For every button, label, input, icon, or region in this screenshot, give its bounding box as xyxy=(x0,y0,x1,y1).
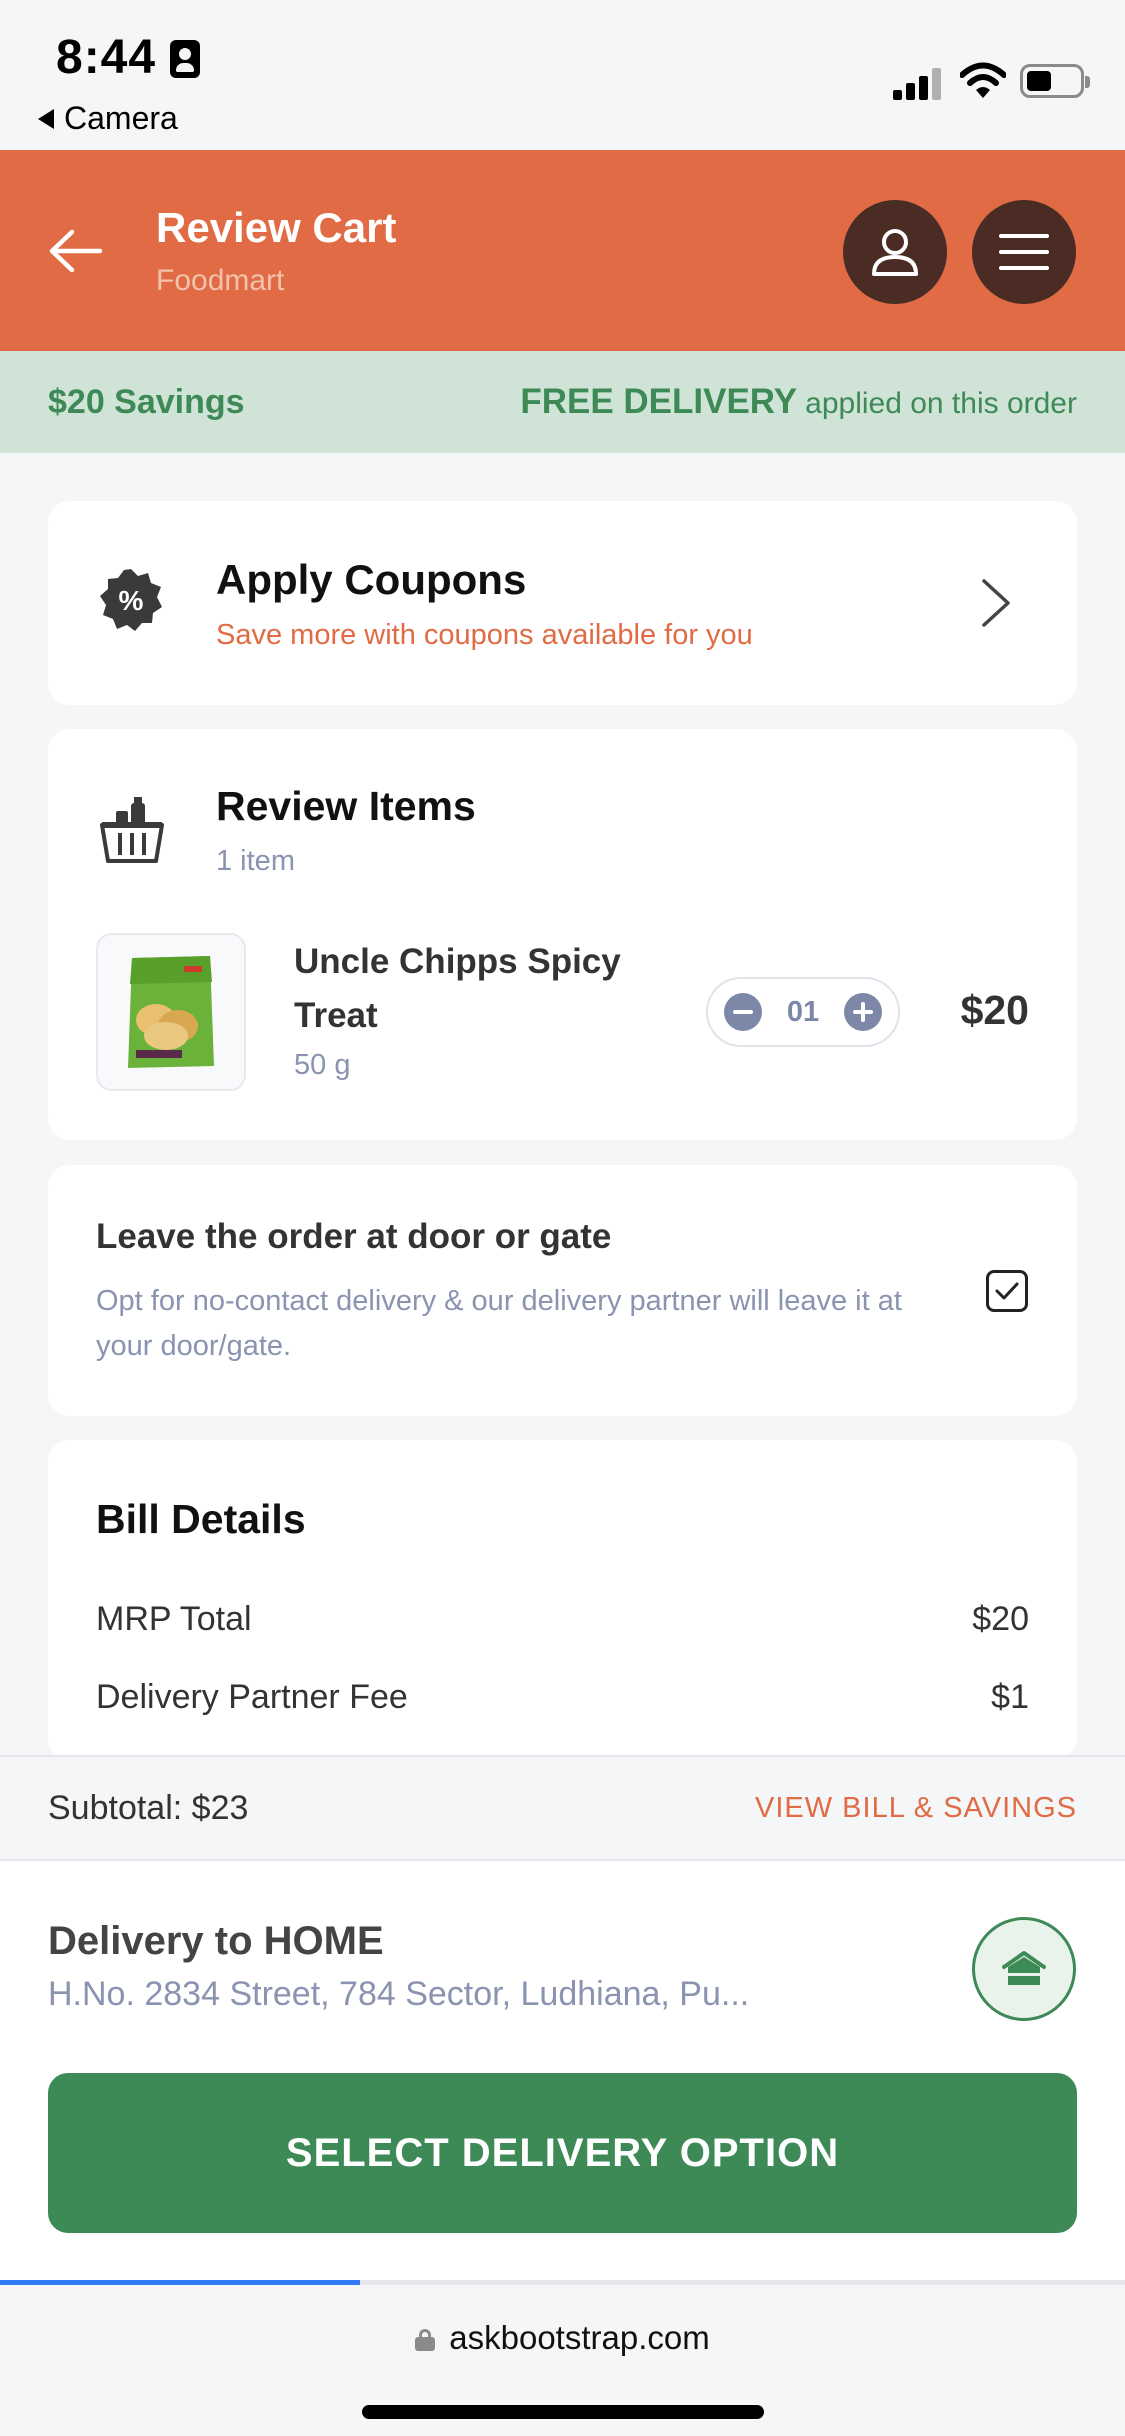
product-weight: 50 g xyxy=(294,1049,351,1081)
bill-details-card: Bill Details MRP Total $20 Delivery Part… xyxy=(48,1440,1077,1760)
plus-icon[interactable] xyxy=(843,993,882,1031)
coupons-title: Apply Coupons xyxy=(216,556,527,603)
browser-address-bar: askbootstrap.com xyxy=(0,2285,1125,2436)
back-arrow-icon[interactable] xyxy=(48,226,104,276)
subtotal: Subtotal: $23 xyxy=(48,1788,249,1827)
bill-row: MRP Total $20 xyxy=(96,1600,1029,1639)
battery-icon xyxy=(1020,64,1090,98)
home-icon xyxy=(1002,1951,1046,1985)
coupons-subtitle: Save more with coupons available for you xyxy=(216,619,753,651)
door-option-description: Opt for no-contact delivery & our delive… xyxy=(96,1285,902,1362)
item-count: 1 item xyxy=(216,845,295,877)
bill-row-value: $20 xyxy=(972,1600,1029,1638)
free-delivery-note: FREE DELIVERY applied on this order xyxy=(520,382,1077,422)
bill-row: Delivery Partner Fee $1 xyxy=(96,1678,1029,1717)
lock-icon xyxy=(415,2329,436,2351)
delivery-address: H.No. 2834 Street, 784 Sector, Ludhiana,… xyxy=(48,1975,750,2013)
discount-badge-icon: % xyxy=(100,569,162,631)
product-price: $20 xyxy=(960,987,1029,1033)
url-field[interactable]: askbootstrap.com xyxy=(0,2319,1125,2357)
contact-card-icon xyxy=(170,40,200,78)
user-icon xyxy=(872,229,918,276)
cellular-signal-icon xyxy=(893,68,941,100)
svg-text:%: % xyxy=(119,585,144,616)
back-to-camera-link[interactable]: Camera xyxy=(38,100,178,137)
bill-row-label: Delivery Partner Fee xyxy=(96,1678,408,1716)
view-bill-link[interactable]: VIEW BILL & SAVINGS xyxy=(755,1792,1077,1825)
minus-icon[interactable] xyxy=(724,993,762,1031)
basket-icon xyxy=(100,797,164,863)
subtotal-bar: Subtotal: $23 VIEW BILL & SAVINGS xyxy=(0,1755,1125,1861)
select-delivery-option-button[interactable]: SELECT DELIVERY OPTION xyxy=(48,2073,1077,2233)
product-image xyxy=(96,933,246,1091)
app-header: Review Cart Foodmart xyxy=(0,150,1125,351)
savings-banner: $20 Savings FREE DELIVERY applied on this… xyxy=(0,351,1125,453)
menu-button[interactable] xyxy=(972,200,1076,304)
status-time: 8:44 xyxy=(56,31,157,84)
savings-amount: $20 Savings xyxy=(48,382,245,421)
review-items-title: Review Items xyxy=(216,783,476,829)
home-indicator[interactable] xyxy=(362,2405,764,2419)
no-contact-delivery-card: Leave the order at door or gate Opt for … xyxy=(48,1165,1077,1416)
change-address-button[interactable] xyxy=(972,1917,1076,2021)
wifi-icon xyxy=(960,62,1006,98)
delivery-panel: Delivery to HOME H.No. 2834 Street, 784 … xyxy=(0,1861,1125,2281)
chips-packet-image xyxy=(128,956,214,1068)
product-name: Uncle Chipps Spicy Treat xyxy=(294,942,621,1035)
bill-title: Bill Details xyxy=(96,1496,306,1542)
apply-coupons-card[interactable]: % Apply Coupons Save more with coupons a… xyxy=(48,501,1077,705)
applied-text: applied on this order xyxy=(805,387,1077,420)
profile-button[interactable] xyxy=(843,200,947,304)
store-name: Foodmart xyxy=(156,264,285,297)
quantity-value: 01 xyxy=(786,995,820,1028)
quantity-stepper: 01 xyxy=(706,977,900,1047)
url-text: askbootstrap.com xyxy=(449,2319,710,2356)
page-title: Review Cart xyxy=(156,204,397,251)
hamburger-icon xyxy=(999,234,1049,270)
status-bar: 8:44 Camera xyxy=(0,0,1125,150)
bill-row-label: MRP Total xyxy=(96,1600,252,1638)
chevron-right-icon xyxy=(982,579,1010,627)
delivery-title: Delivery to HOME xyxy=(48,1919,384,1963)
door-option-checkbox[interactable] xyxy=(986,1270,1028,1312)
bill-row-value: $1 xyxy=(991,1678,1029,1716)
checkmark-icon xyxy=(995,1282,1019,1300)
door-option-title: Leave the order at door or gate xyxy=(96,1217,612,1256)
review-items-card: Review Items 1 item Uncle Chipps Spicy T… xyxy=(48,729,1077,1140)
back-app-label: Camera xyxy=(64,100,178,136)
back-triangle-icon xyxy=(38,108,54,129)
free-delivery-label: FREE DELIVERY xyxy=(520,382,798,421)
